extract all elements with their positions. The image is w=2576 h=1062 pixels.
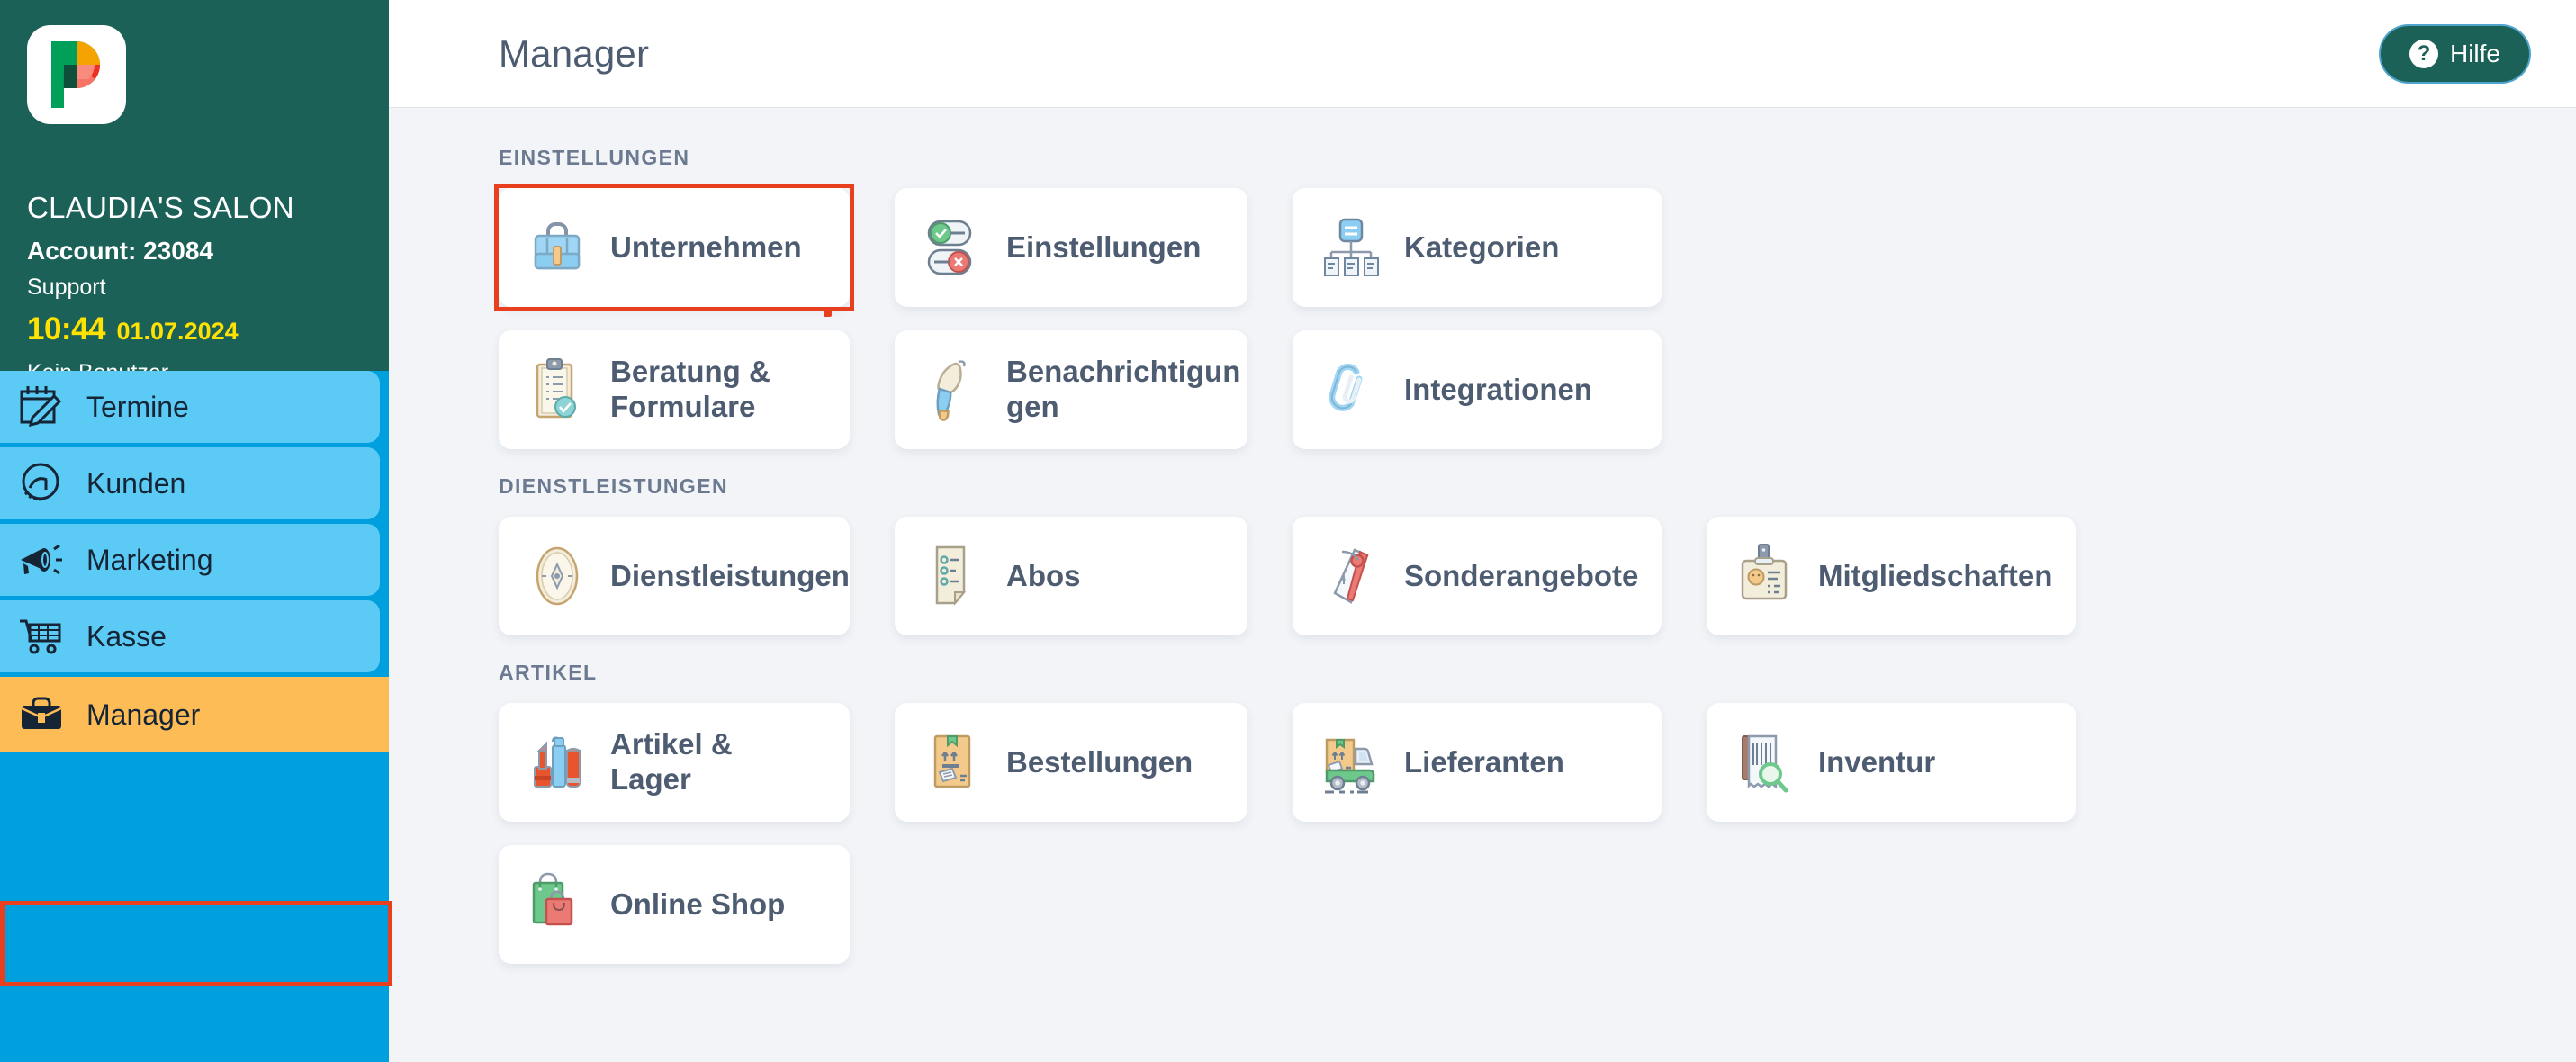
card-row: Artikel & Lager Bestellungen Lieferanten… (499, 703, 2576, 822)
card-label: Online Shop (610, 886, 786, 921)
card-label: Unternehmen (610, 230, 802, 264)
megaphone-icon (14, 534, 70, 586)
receipt-search-icon (1732, 727, 1798, 797)
card-label: Kategorien (1404, 230, 1560, 264)
help-button[interactable]: ? Hilfe (2380, 25, 2529, 82)
sidebar-item-label: Manager (86, 698, 201, 731)
card-online-shop[interactable]: Online Shop (499, 845, 850, 964)
card-kategorien[interactable]: Kategorien (1293, 188, 1662, 307)
sidebar: CLAUDIA'S SALON Account: 23084 Support 1… (0, 0, 392, 1062)
shipping-box-icon (920, 727, 986, 797)
card-row: Beratung &Formulare Benachrichtigungen (499, 330, 2576, 449)
clock-date-row: 10:44 01.07.2024 (27, 311, 362, 347)
calendar-edit-icon (14, 381, 70, 433)
sidebar-filler (0, 752, 389, 1062)
sidebar-account-panel: CLAUDIA'S SALON Account: 23084 Support 1… (0, 0, 389, 385)
price-tag-icon (1318, 541, 1384, 611)
sidebar-item-kunden[interactable]: Kunden (0, 447, 380, 519)
manager-sections: EINSTELLUNGEN Unternehmen Einstellungen … (389, 108, 2576, 1062)
card-dienstleistungen[interactable]: Dienstleistungen (499, 517, 850, 635)
section-title: DIENSTLEISTUNGEN (499, 474, 728, 498)
shopping-cart-icon (14, 610, 70, 662)
compass-icon (524, 541, 590, 611)
card-label: Beratung & Formulare (610, 355, 770, 423)
page-title: Manager (499, 32, 650, 75)
card-label: Abos (1006, 558, 1081, 592)
sidebar-item-label: Marketing (86, 543, 213, 576)
card-label: Inventur (1818, 744, 1936, 778)
card-einstellungen[interactable]: Einstellungen (895, 188, 1247, 307)
sidebar-item-label: Kunden (86, 466, 186, 500)
card-beratung-formulare[interactable]: Beratung & Formulare (499, 330, 850, 449)
card-lieferanten[interactable]: Lieferanten (1293, 703, 1662, 822)
briefcase-icon (14, 688, 70, 741)
card-label: Benachrichtigun gen (1006, 355, 1241, 423)
card-row: Dienstleistungen Abos Sonderangebote Mit… (499, 517, 2576, 635)
card-sonderangebote[interactable]: Sonderangebote (1293, 517, 1662, 635)
card-label: Mitgliedschaften (1818, 558, 2053, 592)
card-integrationen[interactable]: Integrationen (1293, 330, 1662, 449)
pocket-logo-icon (27, 25, 126, 124)
sidebar-nav: Termine Kunden Marketing Kasse Manager (0, 371, 389, 752)
hierarchy-tree-icon (1318, 212, 1384, 283)
clipboard-check-icon (524, 355, 590, 425)
id-badge-icon (1732, 541, 1798, 611)
section-dienstleistungen: DIENSTLEISTUNGEN Dienstleistungen Abos S… (499, 474, 2576, 635)
main-area: Manager ? Hilfe EINSTELLUNGEN Unternehme… (389, 0, 2576, 1062)
document-list-icon (920, 541, 986, 611)
card-abos[interactable]: Abos (895, 517, 1247, 635)
shopping-bags-icon (524, 869, 590, 940)
card-label: Integrationen (1404, 372, 1593, 406)
card-mitgliedschaften[interactable]: Mitgliedschaften (1707, 517, 2076, 635)
sidebar-item-manager[interactable]: Manager (0, 677, 389, 752)
sidebar-item-label: Termine (86, 390, 189, 423)
cursor-marker-dot (824, 309, 832, 317)
card-row: Online Shop (499, 845, 2576, 964)
card-label: Artikel & Lager (610, 727, 733, 796)
bell-brush-icon (920, 355, 986, 425)
support-label: Support (27, 274, 106, 300)
card-artikel-lager[interactable]: Artikel & Lager (499, 703, 850, 822)
section-artikel: ARTIKEL Artikel & Lager Bestellungen Lie… (499, 661, 2576, 964)
customer-head-icon (14, 457, 70, 509)
card-label: Dienstleistungen (610, 558, 850, 592)
paperclip-icon (1318, 355, 1384, 425)
sidebar-item-marketing[interactable]: Marketing (0, 524, 380, 596)
card-unternehmen[interactable]: Unternehmen (499, 188, 850, 307)
card-benachrichtigungen[interactable]: Benachrichtigun gen (895, 330, 1247, 449)
cosmetics-icon (524, 727, 590, 797)
account-number: Account: 23084 (27, 237, 213, 265)
help-button-label: Hilfe (2449, 39, 2500, 68)
question-circle-icon: ? (2409, 39, 2438, 68)
sidebar-item-kasse[interactable]: Kasse (0, 600, 380, 672)
sidebar-item-termine[interactable]: Termine (0, 371, 380, 443)
card-label: Sonderangebote (1404, 558, 1639, 592)
delivery-truck-icon (1318, 727, 1384, 797)
business-name: CLAUDIA'S SALON (27, 191, 294, 224)
section-einstellungen: EINSTELLUNGEN Unternehmen Einstellungen … (499, 146, 2576, 449)
clock-date: 01.07.2024 (116, 318, 239, 345)
card-label: Bestellungen (1006, 744, 1193, 778)
card-row: Unternehmen Einstellungen Kategorien (499, 188, 2576, 307)
card-label: Einstellungen (1006, 230, 1202, 264)
card-label: Lieferanten (1404, 744, 1564, 778)
toggle-switches-icon (920, 212, 986, 283)
briefcase-blue-icon (524, 212, 590, 283)
section-title: EINSTELLUNGEN (499, 146, 690, 169)
top-bar: Manager ? Hilfe (389, 0, 2576, 108)
sidebar-item-label: Kasse (86, 619, 167, 652)
app-root: CLAUDIA'S SALON Account: 23084 Support 1… (0, 0, 2576, 1062)
clock-time: 10:44 (27, 311, 106, 346)
section-title: ARTIKEL (499, 661, 598, 684)
card-bestellungen[interactable]: Bestellungen (895, 703, 1247, 822)
card-inventur[interactable]: Inventur (1707, 703, 2076, 822)
